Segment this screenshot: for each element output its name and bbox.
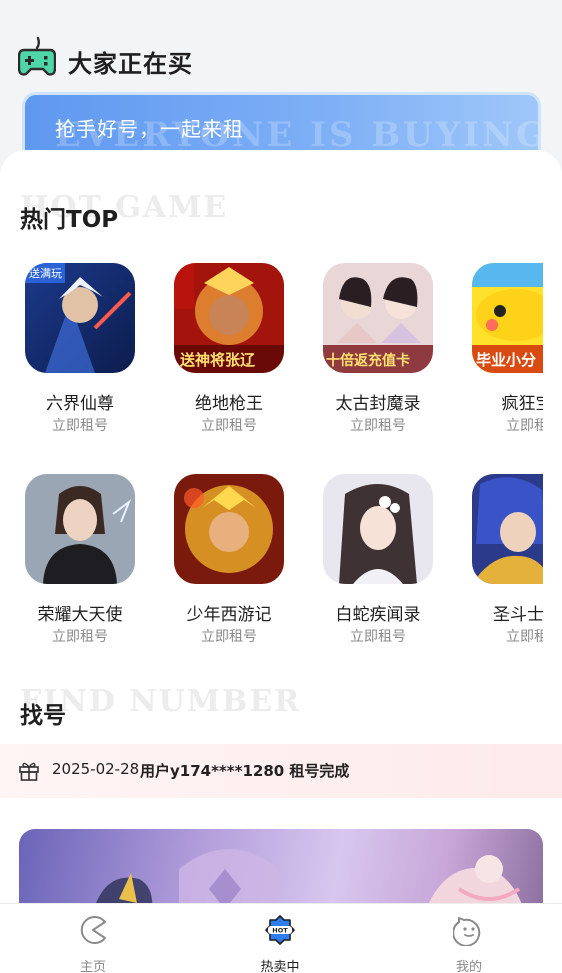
hot-game-row-1: 送满玩 六界仙尊 立即租号 送神将张辽 绝地枪王 立即租号 十倍返充值卡 太古封… <box>0 263 562 453</box>
cover-text: 送神将张辽 <box>179 351 255 369</box>
page-title: 大家正在买 <box>68 50 193 78</box>
game-cover <box>25 474 135 584</box>
game-name: 绝地枪王 <box>195 394 263 414</box>
game-cover <box>472 474 543 584</box>
pacman-icon <box>80 916 106 944</box>
cover-text: 送满玩 <box>29 266 62 280</box>
face-icon <box>453 917 481 946</box>
game-card[interactable]: 十倍返充值卡 太古封魔录 立即租号 <box>298 263 438 453</box>
tab-hot-selling[interactable]: HOT 热卖中 <box>220 904 340 973</box>
tab-mine[interactable]: 我的 <box>409 904 529 973</box>
rent-link[interactable]: 立即租 <box>447 626 543 646</box>
rent-link[interactable]: 立即租号 <box>0 626 160 646</box>
game-card[interactable]: 荣耀大天使 立即租号 <box>0 474 140 664</box>
game-cover: 毕业小分 <box>472 263 543 373</box>
game-name: 太古封魔录 <box>335 394 421 414</box>
hot-badge-icon: HOT <box>265 915 295 945</box>
gamepad-logo-icon <box>18 36 56 76</box>
game-name: 六界仙尊 <box>46 394 114 414</box>
notice-text: 用户y174****1280 租号完成 <box>140 762 350 780</box>
game-cover: 送满玩 <box>25 263 135 373</box>
rent-link[interactable]: 立即租号 <box>149 626 309 646</box>
tab-home[interactable]: 主页 <box>33 904 153 973</box>
game-name: 荣耀大天使 <box>37 605 123 625</box>
game-card[interactable]: 送满玩 六界仙尊 立即租号 <box>0 263 140 453</box>
game-name: 白蛇疾闻录 <box>335 605 421 625</box>
game-name: 疯狂宝 <box>501 394 544 414</box>
game-cover <box>174 474 284 584</box>
game-card[interactable]: 白蛇疾闻录 立即租号 <box>298 474 438 664</box>
tab-label: 我的 <box>455 960 482 973</box>
game-card[interactable]: 毕业小分 疯狂宝 立即租 <box>447 263 543 453</box>
game-card[interactable]: 送神将张辽 绝地枪王 立即租号 <box>149 263 289 453</box>
rental-notice-bar: 2025-02-28 用户y174****1280 租号完成 <box>0 744 562 798</box>
hot-section-title: 热门TOP <box>20 207 119 233</box>
banner-text: 抢手好号，一起来租 <box>55 117 244 141</box>
tab-label: 热卖中 <box>260 960 300 973</box>
find-number-promo-card[interactable] <box>19 829 543 910</box>
cover-text: 毕业小分 <box>476 351 536 369</box>
gift-icon <box>19 762 39 781</box>
game-cover <box>323 474 433 584</box>
game-card[interactable]: 圣斗士星 立即租 <box>447 474 543 664</box>
content-sheet: HOT GAME 热门TOP 送满玩 六界仙尊 立即租号 送神将张辽 绝地枪王 … <box>0 150 562 910</box>
bottom-tab-bar: 主页 HOT 热卖中 我的 <box>0 903 562 973</box>
game-cover: 送神将张辽 <box>174 263 284 373</box>
rent-link[interactable]: 立即租号 <box>298 415 458 435</box>
game-cover: 十倍返充值卡 <box>323 263 433 373</box>
rent-link[interactable]: 立即租号 <box>298 626 458 646</box>
notice-date: 2025-02-28 <box>52 760 140 778</box>
rent-link[interactable]: 立即租号 <box>149 415 309 435</box>
rent-link[interactable]: 立即租号 <box>0 415 160 435</box>
hot-game-row-2: 荣耀大天使 立即租号 少年西游记 立即租号 白蛇疾闻录 立即租号 圣斗士 立即租 <box>0 474 562 664</box>
game-name: 少年西游记 <box>186 605 272 625</box>
rent-link[interactable]: 立即租 <box>447 415 543 435</box>
tab-label: 主页 <box>79 960 106 973</box>
cover-text: 十倍返充值卡 <box>326 352 410 369</box>
game-card[interactable]: 少年西游记 立即租号 <box>149 474 289 664</box>
hot-badge-text: HOT <box>272 927 288 935</box>
find-section-title: 找号 <box>20 703 66 729</box>
game-name: 圣斗士星 <box>493 605 543 625</box>
